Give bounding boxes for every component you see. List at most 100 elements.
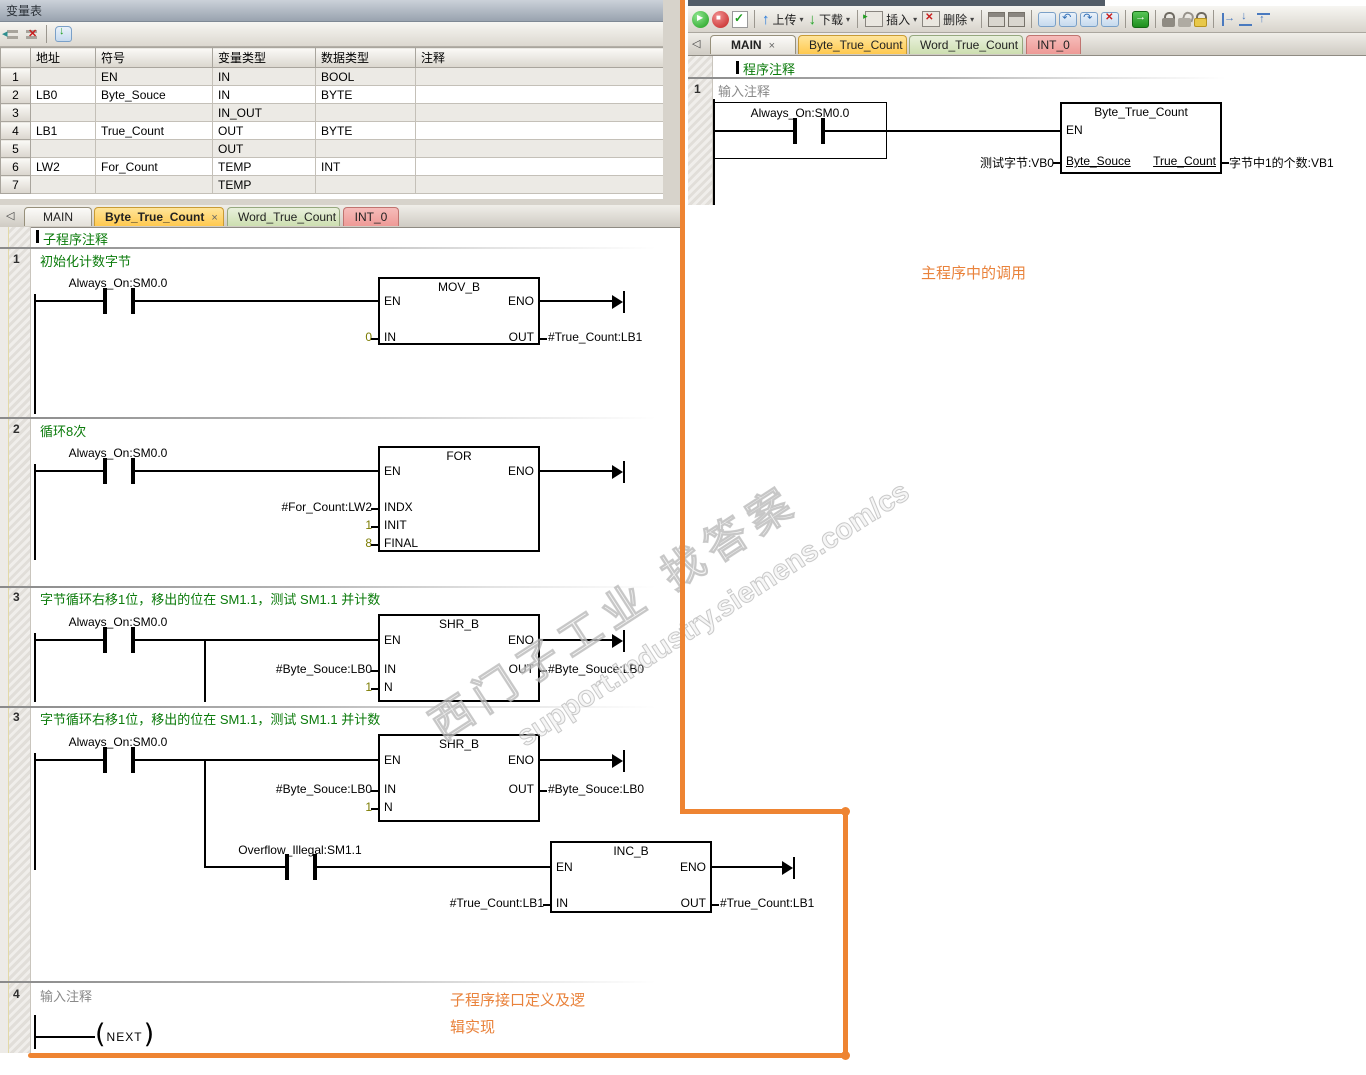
insert-row-icon[interactable] xyxy=(2,27,19,41)
upload-button[interactable]: ↑ 上传 ▾ xyxy=(761,11,805,28)
contact[interactable] xyxy=(103,288,107,314)
operand[interactable]: 1 xyxy=(365,518,372,532)
operand[interactable]: #True_Count:LB1 xyxy=(720,896,814,910)
table-cell[interactable]: For_Count xyxy=(95,157,213,176)
table-cell[interactable] xyxy=(415,103,664,122)
operand[interactable]: 0 xyxy=(365,330,372,344)
operand[interactable]: 1 xyxy=(365,800,372,814)
dropdown-icon[interactable]: ▾ xyxy=(970,15,974,24)
table-cell[interactable] xyxy=(30,175,96,194)
download-button[interactable]: ↓ 下载 ▾ xyxy=(808,11,852,28)
network-comment[interactable]: 初始化计数字节 xyxy=(40,251,131,270)
network-comment[interactable]: 字节循环右移1位，移出的位在 SM1.1，测试 SM1.1 并计数 xyxy=(40,709,380,728)
operand[interactable]: 字节中1的个数:VB1 xyxy=(1229,154,1334,171)
close-icon[interactable]: × xyxy=(769,40,775,52)
table-cell[interactable]: LW2 xyxy=(30,157,96,176)
new-window-icon[interactable] xyxy=(1038,11,1057,27)
undo-icon[interactable] xyxy=(1059,11,1078,27)
tab-byte-true-count[interactable]: Byte_True_Count xyxy=(798,35,907,54)
expand-up-icon[interactable] xyxy=(1256,12,1271,27)
tab-scroll-left-icon[interactable]: ◁ xyxy=(692,34,700,54)
tab-main[interactable]: MAIN × xyxy=(710,35,796,54)
table-cell[interactable]: LB0 xyxy=(30,85,96,104)
table-cell[interactable]: LB1 xyxy=(30,121,96,140)
mov-b-block[interactable]: MOV_B EN ENO IN OUT xyxy=(378,277,540,345)
contact[interactable] xyxy=(103,747,107,773)
dropdown-icon[interactable]: ▾ xyxy=(913,15,917,24)
subroutine-comment[interactable]: 子程序注释 xyxy=(43,229,108,248)
dropdown-icon[interactable]: ▾ xyxy=(846,15,850,24)
table-cell[interactable] xyxy=(315,139,416,158)
network-comment[interactable]: 输入注释 xyxy=(718,81,770,100)
operand[interactable]: 测试字节:VB0 xyxy=(980,154,1054,171)
paste-icon[interactable] xyxy=(55,25,72,42)
table-cell[interactable] xyxy=(415,67,664,86)
add-password-icon[interactable] xyxy=(1194,11,1208,27)
for-block[interactable]: FOR EN ENO INDX INIT FINAL xyxy=(378,446,540,552)
contact[interactable] xyxy=(793,118,797,144)
table-cell[interactable] xyxy=(315,103,416,122)
operand[interactable]: #Byte_Souce:LB0 xyxy=(548,782,644,796)
operand[interactable]: 1 xyxy=(365,680,372,694)
close-icon[interactable]: × xyxy=(211,212,217,224)
table-cell[interactable]: OUT xyxy=(212,121,316,140)
operand[interactable]: 8 xyxy=(365,536,372,550)
insert-button[interactable]: 插入 ▾ xyxy=(863,11,918,28)
tab-word-true-count[interactable]: Word_True_Count xyxy=(227,207,340,226)
col-address[interactable]: 地址 xyxy=(30,47,96,68)
tab-int0[interactable]: INT_0 xyxy=(1026,35,1081,54)
table-cell[interactable]: BOOL xyxy=(315,67,416,86)
tab-word-true-count[interactable]: Word_True_Count xyxy=(909,35,1023,54)
redo-icon[interactable] xyxy=(1080,11,1099,27)
program-comment[interactable]: 程序注释 xyxy=(743,59,795,78)
table-cell[interactable] xyxy=(315,175,416,194)
next-coil[interactable]: (NEXT) xyxy=(95,1021,154,1050)
table-cell[interactable] xyxy=(30,67,96,86)
col-comment[interactable]: 注释 xyxy=(415,47,664,68)
lock-icon[interactable] xyxy=(1162,11,1176,27)
table-cell[interactable]: IN_OUT xyxy=(212,103,316,122)
table-cell[interactable] xyxy=(30,139,96,158)
table-cell[interactable] xyxy=(95,139,213,158)
tile-windows-icon[interactable] xyxy=(1008,11,1026,27)
table-cell[interactable]: IN xyxy=(212,67,316,86)
table-cell[interactable] xyxy=(95,175,213,194)
table-cell[interactable] xyxy=(95,103,213,122)
operand[interactable]: #True_Count:LB1 xyxy=(450,896,544,910)
close-window-icon[interactable] xyxy=(1101,11,1120,27)
table-cell[interactable]: BYTE xyxy=(315,121,416,140)
table-cell[interactable]: EN xyxy=(95,67,213,86)
table-cell[interactable]: TEMP xyxy=(212,157,316,176)
table-cell[interactable] xyxy=(30,103,96,122)
compile-icon[interactable] xyxy=(732,10,748,28)
tab-scroll-left-icon[interactable]: ◁ xyxy=(6,206,14,226)
inc-b-block[interactable]: INC_B EN ENO IN OUT xyxy=(550,841,712,913)
tab-main[interactable]: MAIN xyxy=(24,207,92,226)
table-cell[interactable]: BYTE xyxy=(315,85,416,104)
operand[interactable]: #Byte_Souce:LB0 xyxy=(276,662,372,676)
table-cell[interactable] xyxy=(415,175,664,194)
dropdown-icon[interactable]: ▾ xyxy=(800,15,804,24)
col-symbol[interactable]: 符号 xyxy=(95,47,213,68)
table-cell[interactable] xyxy=(415,121,664,140)
network-comment[interactable]: 字节循环右移1位，移出的位在 SM1.1，测试 SM1.1 并计数 xyxy=(40,589,380,608)
col-vartype[interactable]: 变量类型 xyxy=(212,47,316,68)
table-cell[interactable]: IN xyxy=(212,85,316,104)
table-cell[interactable]: INT xyxy=(315,157,416,176)
shr-b-block[interactable]: SHR_B EN ENO IN N OUT xyxy=(378,614,540,702)
go-to-icon[interactable] xyxy=(1132,10,1150,28)
byte-true-count-call-block[interactable]: Byte_True_Count EN Byte_Souce True_Count xyxy=(1060,102,1222,174)
delete-row-icon[interactable] xyxy=(24,27,38,41)
network-comment[interactable]: 输入注释 xyxy=(40,986,92,1005)
table-cell[interactable]: TEMP xyxy=(212,175,316,194)
contact[interactable] xyxy=(285,854,289,880)
unlock-icon[interactable] xyxy=(1178,12,1192,27)
col-datatype[interactable]: 数据类型 xyxy=(315,47,416,68)
shr-b-block[interactable]: SHR_B EN ENO IN N OUT xyxy=(378,734,540,822)
operand[interactable]: #True_Count:LB1 xyxy=(548,330,642,344)
network-comment[interactable]: 循环8次 xyxy=(40,421,86,440)
operand[interactable]: #Byte_Souce:LB0 xyxy=(276,782,372,796)
tab-byte-true-count[interactable]: Byte_True_Count × xyxy=(94,207,224,226)
contact[interactable] xyxy=(103,458,107,484)
tab-int0[interactable]: INT_0 xyxy=(343,207,399,226)
